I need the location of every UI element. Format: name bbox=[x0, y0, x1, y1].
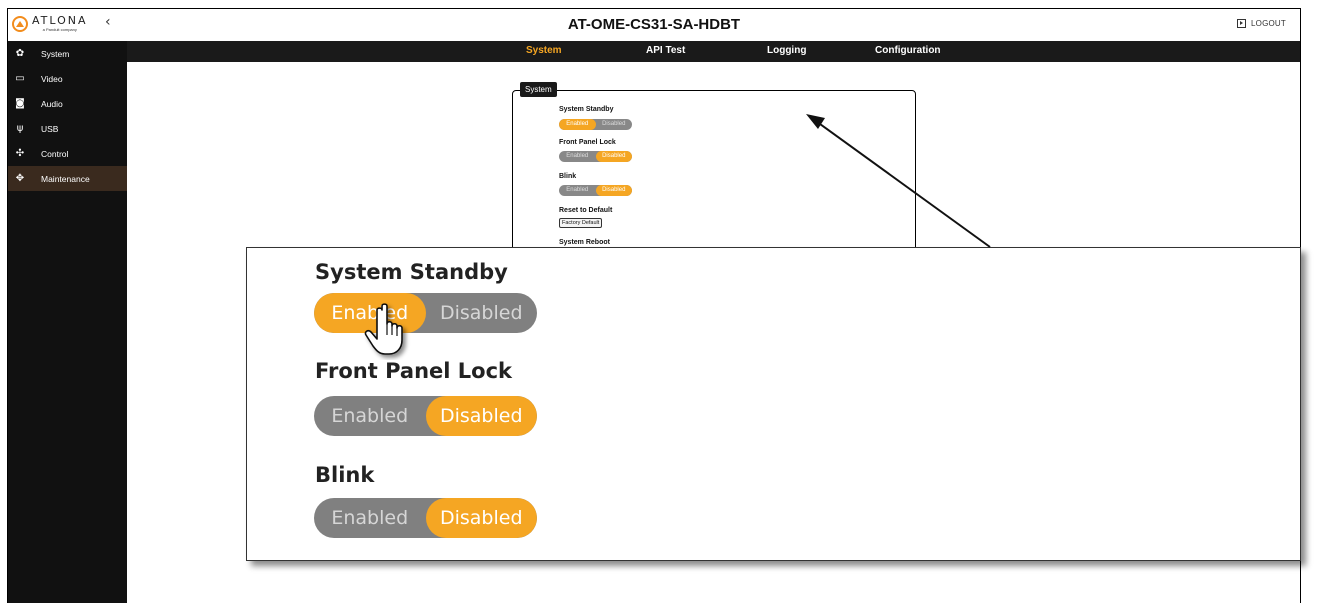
factory-default-button[interactable]: Factory Default bbox=[559, 218, 603, 228]
control-icon: ✣ bbox=[15, 148, 25, 159]
sidebar-item-maintenance[interactable]: ✥ Maintenance bbox=[8, 166, 127, 191]
system-panel: System System Standby Enabled Disabled F… bbox=[512, 82, 916, 270]
system-standby-label: System Standby bbox=[559, 106, 614, 113]
zoom-callout: System Standby Enabled Disabled Front Pa… bbox=[246, 247, 1301, 561]
front-panel-lock-toggle[interactable]: Enabled Disabled bbox=[559, 151, 632, 162]
sidebar-item-label: Video bbox=[41, 73, 63, 84]
zoom-system-standby-toggle[interactable]: Enabled Disabled bbox=[314, 293, 537, 333]
tab-api-test[interactable]: API Test bbox=[646, 45, 685, 56]
panel-legend: System bbox=[520, 82, 557, 97]
usb-icon: ψ bbox=[16, 123, 24, 134]
blink-toggle[interactable]: Enabled Disabled bbox=[559, 185, 632, 196]
front-panel-lock-enabled[interactable]: Enabled bbox=[559, 151, 596, 162]
zoom-front-panel-lock-toggle[interactable]: Enabled Disabled bbox=[314, 396, 537, 436]
logout-button[interactable]: LOGOUT bbox=[1237, 19, 1286, 28]
logout-label: LOGOUT bbox=[1251, 19, 1286, 28]
sidebar-item-control[interactable]: ✣ Control bbox=[8, 141, 127, 166]
system-reboot-label: System Reboot bbox=[559, 239, 610, 246]
zoom-front-panel-lock-label: Front Panel Lock bbox=[315, 359, 513, 383]
sidebar-item-label: System bbox=[41, 48, 70, 59]
sidebar-item-usb[interactable]: ψ USB bbox=[8, 116, 127, 141]
zoom-front-panel-lock-disabled[interactable]: Disabled bbox=[425, 396, 537, 436]
front-panel-lock-disabled[interactable]: Disabled bbox=[595, 151, 632, 162]
tab-logging[interactable]: Logging bbox=[767, 45, 806, 56]
sidebar-item-label: Maintenance bbox=[41, 173, 90, 184]
system-standby-toggle[interactable]: Enabled Disabled bbox=[559, 119, 632, 130]
blink-enabled[interactable]: Enabled bbox=[559, 185, 596, 196]
zoom-blink-label: Blink bbox=[315, 463, 375, 487]
sidebar-item-label: Control bbox=[41, 148, 69, 159]
zoom-system-standby-disabled[interactable]: Disabled bbox=[426, 293, 538, 333]
sidebar: ✿ System ▭ Video ◙ Audio ψ USB ✣ Control… bbox=[8, 41, 127, 603]
sidebar-item-audio[interactable]: ◙ Audio bbox=[8, 91, 127, 116]
zoom-system-standby-label: System Standby bbox=[315, 260, 508, 284]
monitor-icon: ▭ bbox=[15, 73, 25, 84]
zoom-front-panel-lock-enabled[interactable]: Enabled bbox=[314, 396, 426, 436]
blink-disabled[interactable]: Disabled bbox=[595, 185, 632, 196]
reset-to-default-label: Reset to Default bbox=[559, 207, 613, 214]
top-header: ATLONA a Panduit company ‹ AT-OME-CS31-S… bbox=[8, 9, 1300, 41]
top-nav-bar: System API Test Logging Configuration bbox=[127, 41, 1300, 62]
gear-icon: ✿ bbox=[15, 48, 25, 59]
logout-icon bbox=[1237, 19, 1247, 28]
system-standby-enabled[interactable]: Enabled bbox=[559, 119, 596, 130]
zoom-blink-toggle[interactable]: Enabled Disabled bbox=[314, 498, 537, 538]
sidebar-item-system[interactable]: ✿ System bbox=[8, 41, 127, 66]
front-panel-lock-label: Front Panel Lock bbox=[559, 139, 616, 146]
hand-cursor-icon bbox=[364, 303, 403, 355]
zoom-blink-enabled[interactable]: Enabled bbox=[314, 498, 426, 538]
device-model-title: AT-OME-CS31-SA-HDBT bbox=[567, 16, 741, 33]
tab-system[interactable]: System bbox=[526, 45, 562, 56]
sidebar-item-video[interactable]: ▭ Video bbox=[8, 66, 127, 91]
tab-configuration[interactable]: Configuration bbox=[875, 45, 941, 56]
system-standby-disabled[interactable]: Disabled bbox=[596, 119, 633, 130]
zoom-blink-disabled[interactable]: Disabled bbox=[425, 498, 537, 538]
blink-label: Blink bbox=[559, 173, 577, 180]
audio-icon: ◙ bbox=[15, 98, 25, 109]
maintenance-icon: ✥ bbox=[15, 173, 25, 184]
sidebar-item-label: Audio bbox=[41, 98, 63, 109]
sidebar-item-label: USB bbox=[41, 123, 59, 134]
